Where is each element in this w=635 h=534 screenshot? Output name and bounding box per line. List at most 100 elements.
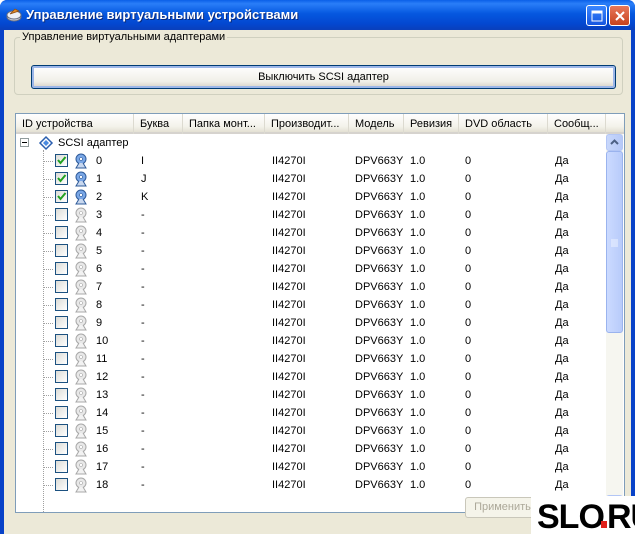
table-row[interactable]: 14 - II4270I DPV663Y 1.0 0 Да (16, 404, 606, 422)
device-checkbox[interactable] (55, 244, 68, 257)
device-model: DPV663Y (355, 209, 404, 221)
device-checkbox[interactable] (55, 424, 68, 437)
device-checkbox[interactable] (55, 226, 68, 239)
device-model: DPV663Y (355, 155, 404, 167)
virtual-drive-inactive-icon (75, 369, 87, 385)
client-area: Управление виртуальными адаптерами Выклю… (4, 30, 631, 534)
apply-button[interactable]: Применить (465, 497, 540, 518)
device-checkbox[interactable] (55, 352, 68, 365)
vertical-scrollbar[interactable] (606, 134, 623, 512)
table-row[interactable]: 18 - II4270I DPV663Y 1.0 0 Да (16, 476, 606, 494)
device-model: DPV663Y (355, 371, 404, 383)
device-checkbox[interactable] (55, 388, 68, 401)
device-vendor: II4270I (272, 353, 306, 365)
table-row[interactable]: 13 - II4270I DPV663Y 1.0 0 Да (16, 386, 606, 404)
maximize-button[interactable] (586, 5, 607, 26)
device-checkbox[interactable] (55, 262, 68, 275)
device-id: 6 (96, 263, 103, 275)
device-id: 8 (96, 299, 103, 311)
device-dvd-region: 0 (465, 353, 472, 365)
virtual-drive-inactive-icon (75, 279, 87, 295)
table-row[interactable]: 15 - II4270I DPV663Y 1.0 0 Да (16, 422, 606, 440)
device-dvd-region: 0 (465, 443, 472, 455)
device-letter: - (141, 335, 145, 347)
device-model: DPV663Y (355, 281, 404, 293)
column-header-vendor[interactable]: Производит... (265, 114, 349, 134)
scroll-up-button[interactable] (606, 134, 623, 151)
scroll-thumb[interactable] (606, 151, 623, 333)
table-row[interactable]: 12 - II4270I DPV663Y 1.0 0 Да (16, 368, 606, 386)
device-model: DPV663Y (355, 479, 404, 491)
device-checkbox[interactable] (55, 280, 68, 293)
tree-root-row[interactable]: SCSI адаптер (16, 134, 606, 152)
device-notify: Да (555, 335, 569, 347)
device-checkbox[interactable] (55, 208, 68, 221)
device-letter: - (141, 461, 145, 473)
table-row[interactable]: 6 - II4270I DPV663Y 1.0 0 Да (16, 260, 606, 278)
device-vendor: II4270I (272, 173, 306, 185)
adapters-group-label: Управление виртуальными адаптерами (20, 31, 228, 43)
device-revision: 1.0 (410, 479, 426, 491)
table-row[interactable]: 11 - II4270I DPV663Y 1.0 0 Да (16, 350, 606, 368)
device-checkbox[interactable] (55, 316, 68, 329)
adapters-group: Управление виртуальными адаптерами Выклю… (14, 31, 623, 95)
device-revision: 1.0 (410, 389, 426, 401)
device-id: 5 (96, 245, 103, 257)
device-notify: Да (555, 371, 569, 383)
device-dvd-region: 0 (465, 299, 472, 311)
device-dvd-region: 0 (465, 317, 472, 329)
table-row[interactable]: 7 - II4270I DPV663Y 1.0 0 Да (16, 278, 606, 296)
disable-scsi-adapter-button[interactable]: Выключить SCSI адаптер (31, 65, 616, 89)
device-checkbox[interactable] (55, 406, 68, 419)
column-header-notify[interactable]: Сообщ... (548, 114, 606, 134)
device-id: 13 (96, 389, 109, 401)
table-row[interactable]: 5 - II4270I DPV663Y 1.0 0 Да (16, 242, 606, 260)
collapse-icon[interactable] (20, 138, 29, 147)
table-row[interactable]: 17 - II4270I DPV663Y 1.0 0 Да (16, 458, 606, 476)
virtual-drive-inactive-icon (75, 333, 87, 349)
checkmark-icon (57, 156, 67, 165)
column-header-model[interactable]: Модель (349, 114, 404, 134)
table-row[interactable]: 16 - II4270I DPV663Y 1.0 0 Да (16, 440, 606, 458)
device-revision: 1.0 (410, 155, 426, 167)
device-checkbox[interactable] (55, 298, 68, 311)
device-model: DPV663Y (355, 191, 404, 203)
virtual-drive-inactive-icon (75, 387, 87, 403)
device-revision: 1.0 (410, 335, 426, 347)
tree-branch-line (44, 413, 53, 414)
device-id: 4 (96, 227, 103, 239)
device-list[interactable]: ID устройства Буква Папка монт... Произв… (15, 113, 625, 513)
device-dvd-region: 0 (465, 371, 472, 383)
table-row[interactable]: 10 - II4270I DPV663Y 1.0 0 Да (16, 332, 606, 350)
device-letter: - (141, 443, 145, 455)
svg-text:SLO: SLO (537, 498, 604, 534)
table-row[interactable]: 4 - II4270I DPV663Y 1.0 0 Да (16, 224, 606, 242)
device-notify: Да (555, 389, 569, 401)
checkmark-icon (57, 174, 67, 183)
column-header-revision[interactable]: Ревизия (404, 114, 459, 134)
column-header-letter[interactable]: Буква (134, 114, 183, 134)
close-button[interactable] (609, 5, 630, 26)
device-checkbox[interactable] (55, 154, 68, 167)
table-row[interactable]: 2 K II4270I DPV663Y 1.0 0 Да (16, 188, 606, 206)
title-bar[interactable]: Управление виртуальными устройствами (0, 0, 635, 30)
column-header-mount-folder[interactable]: Папка монт... (183, 114, 265, 134)
table-row[interactable]: 0 I II4270I DPV663Y 1.0 0 Да (16, 152, 606, 170)
device-checkbox[interactable] (55, 334, 68, 347)
device-id: 15 (96, 425, 109, 437)
device-checkbox[interactable] (55, 442, 68, 455)
device-revision: 1.0 (410, 299, 426, 311)
table-row[interactable]: 8 - II4270I DPV663Y 1.0 0 Да (16, 296, 606, 314)
device-checkbox[interactable] (55, 370, 68, 383)
table-row[interactable]: 3 - II4270I DPV663Y 1.0 0 Да (16, 206, 606, 224)
device-checkbox[interactable] (55, 478, 68, 491)
device-dvd-region: 0 (465, 425, 472, 437)
table-row[interactable]: 1 J II4270I DPV663Y 1.0 0 Да (16, 170, 606, 188)
column-header-id[interactable]: ID устройства (16, 114, 134, 134)
device-checkbox[interactable] (55, 172, 68, 185)
column-header-dvd-region[interactable]: DVD область (459, 114, 548, 134)
virtual-drive-inactive-icon (75, 423, 87, 439)
device-checkbox[interactable] (55, 460, 68, 473)
table-row[interactable]: 9 - II4270I DPV663Y 1.0 0 Да (16, 314, 606, 332)
device-checkbox[interactable] (55, 190, 68, 203)
